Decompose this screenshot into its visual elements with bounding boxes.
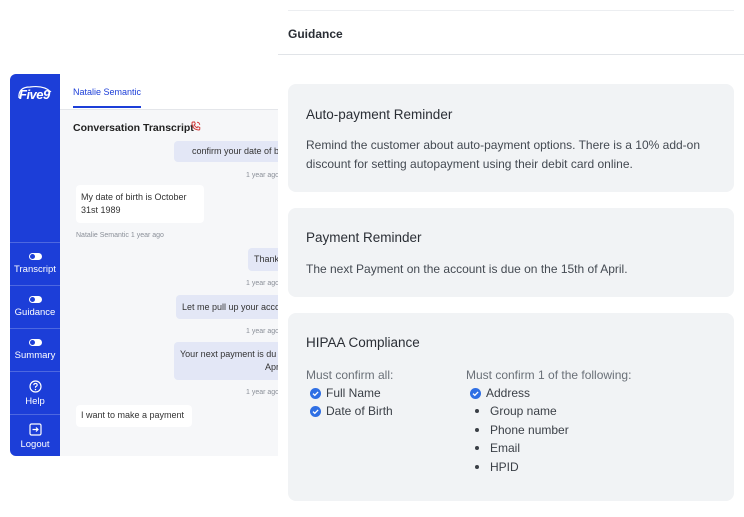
message-time: 1 year ago	[130, 232, 164, 239]
nav-label: Guidance	[14, 307, 56, 318]
message-time: 1 year ago	[246, 328, 280, 335]
card-payment-reminder: Payment Reminder The next Payment on the…	[288, 208, 734, 297]
nav-item-logout[interactable]: Logout	[10, 414, 60, 456]
nav-item-help[interactable]: Help	[10, 371, 60, 414]
nav-item-guidance[interactable]: Guidance	[10, 285, 60, 328]
message-agent: Your next payment is du April	[174, 342, 295, 380]
bullet-item-hpid: HPID	[470, 460, 519, 474]
bullet-icon	[475, 465, 479, 469]
tab-natalie-semantic[interactable]: Natalie Semantic	[73, 87, 142, 108]
logo-text: Five9	[19, 87, 50, 102]
bullet-item-group-name: Group name	[470, 404, 557, 418]
message-agent: confirm your date of b	[174, 141, 295, 162]
card-text: The next Payment on the account is due o…	[306, 262, 628, 276]
nav-label: Logout	[20, 438, 50, 450]
bullet-icon	[475, 428, 479, 432]
transcript-title: Conversation Transcript	[73, 122, 194, 134]
message-time: 1 year ago	[246, 172, 280, 179]
bullet-label: Phone number	[490, 423, 569, 437]
nav-label: Summary	[14, 350, 56, 361]
bullet-label: Email	[490, 441, 521, 455]
sender-name: Natalie Semantic	[76, 232, 129, 239]
card-hipaa-compliance: HIPAA Compliance Must confirm all: Full …	[288, 313, 734, 501]
nav-item-summary[interactable]: Summary	[10, 328, 60, 371]
card-title: HIPAA Compliance	[306, 335, 420, 350]
nav-rail: Five9 Transcript Guidance Summary Help L…	[10, 74, 60, 456]
message-customer: I want to make a payment	[76, 405, 192, 427]
toggle-icon	[28, 253, 42, 260]
card-text: Remind the customer about auto-payment o…	[306, 138, 701, 171]
help-circle-icon	[28, 379, 42, 393]
toggle-icon	[28, 296, 42, 303]
bullet-item-email: Email	[470, 441, 520, 455]
check-label: Full Name	[326, 386, 381, 400]
toggle-icon	[28, 339, 42, 346]
message-time: 1 year ago	[246, 280, 280, 287]
divider	[288, 10, 734, 11]
bullet-icon	[475, 409, 479, 413]
check-label: Address	[486, 386, 531, 400]
guidance-panel: Guidance Auto-payment Reminder Remind th…	[278, 0, 744, 517]
check-item-full-name: Full Name	[310, 386, 381, 400]
phone-icon	[191, 121, 201, 131]
check-circle-icon	[470, 387, 481, 399]
message-customer: My date of birth is October 31st 1989	[76, 185, 204, 223]
nav-label: Help	[25, 395, 45, 407]
card-title: Payment Reminder	[306, 230, 422, 245]
five9-logo: Five9	[16, 84, 54, 102]
divider	[278, 54, 744, 55]
check-label: Date of Birth	[326, 404, 393, 418]
bullet-label: Group name	[490, 404, 557, 418]
logout-icon	[28, 422, 42, 436]
guidance-header: Guidance	[288, 27, 343, 41]
must-confirm-one-heading: Must confirm 1 of the following:	[466, 368, 632, 382]
card-auto-payment-reminder: Auto-payment Reminder Remind the custome…	[288, 84, 734, 192]
message-sender: Natalie Semantic 1 year ago	[76, 232, 164, 239]
card-title: Auto-payment Reminder	[306, 107, 453, 122]
nav-item-transcript[interactable]: Transcript	[10, 242, 60, 285]
bullet-label: HPID	[490, 460, 519, 474]
bullet-item-phone-number: Phone number	[470, 423, 569, 437]
message-time: 1 year ago	[246, 389, 280, 396]
check-item-address: Address	[470, 386, 530, 400]
agent-desktop: Five9 Transcript Guidance Summary Help L…	[10, 74, 295, 456]
must-confirm-all-heading: Must confirm all:	[306, 368, 394, 382]
agent-main: Natalie Semantic Conversation Transcript…	[60, 74, 295, 456]
check-circle-icon	[310, 405, 321, 417]
bullet-icon	[475, 446, 479, 450]
nav-label: Transcript	[14, 264, 56, 275]
check-item-date-of-birth: Date of Birth	[310, 404, 393, 418]
agent-tab-bar: Natalie Semantic	[60, 74, 295, 110]
check-circle-icon	[310, 387, 321, 399]
